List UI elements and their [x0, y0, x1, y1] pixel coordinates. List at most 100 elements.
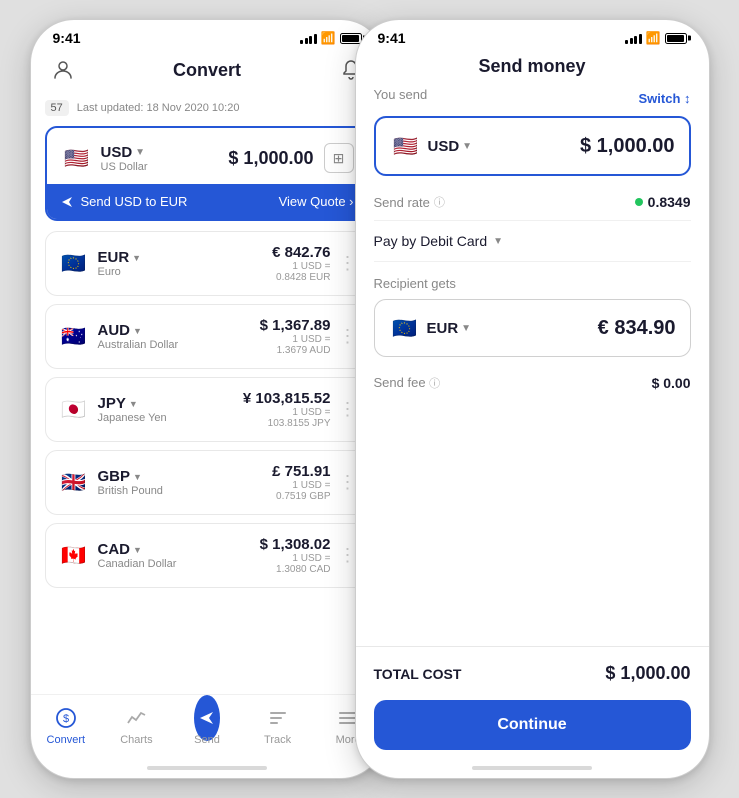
send-nav-icon	[194, 705, 220, 731]
more-options-icon-2[interactable]: ⋮	[339, 399, 357, 420]
flag-gbp: 🇬🇧	[58, 467, 90, 499]
track-nav-label: Track	[264, 734, 291, 746]
currency-row-right-0: € 842.76 1 USD =0.8428 EUR ⋮	[272, 244, 356, 283]
base-currency-info[interactable]: 🇺🇸 USD ▼ US Dollar	[61, 142, 148, 174]
convert-nav-label: Convert	[47, 734, 86, 746]
rate-row: Send rate ⓘ 0.8349	[374, 190, 691, 221]
pay-chevron-icon: ▼	[493, 236, 503, 247]
send-currency-code: USD ▼	[428, 138, 473, 155]
status-icons-right: 📶	[625, 31, 686, 45]
pay-method-label: Pay by Debit Card	[374, 233, 488, 249]
rate-info-icon: ⓘ	[434, 194, 445, 210]
rate-label: Send rate ⓘ	[374, 194, 445, 210]
row-amount-0: € 842.76	[272, 244, 330, 261]
currency-name-1: Australian Dollar	[98, 339, 179, 351]
currency-list: 🇪🇺 EUR ▼ Euro € 842.76 1 USD =0.8428 EUR…	[45, 231, 370, 588]
track-nav-icon	[265, 705, 291, 731]
base-flag: 🇺🇸	[61, 142, 93, 174]
recipient-flag: 🇪🇺	[389, 312, 421, 344]
currency-code-1: AUD ▼	[98, 322, 179, 339]
nav-item-track[interactable]: Track	[242, 705, 313, 746]
continue-button[interactable]: Continue	[374, 700, 691, 750]
left-phone: 9:41 📶 Convert	[30, 19, 385, 779]
row-rate-4: 1 USD =1.3080 CAD	[260, 553, 331, 575]
total-value: $ 1,000.00	[605, 663, 690, 684]
currency-name-2: Japanese Yen	[98, 412, 167, 424]
view-quote-btn[interactable]: View Quote ›	[279, 194, 354, 209]
you-send-label: You send	[374, 87, 428, 102]
more-options-icon-3[interactable]: ⋮	[339, 472, 357, 493]
nav-item-charts[interactable]: Charts	[101, 705, 172, 746]
you-send-box[interactable]: 🇺🇸 USD ▼ $ 1,000.00	[374, 116, 691, 176]
currency-row[interactable]: 🇯🇵 JPY ▼ Japanese Yen ¥ 103,815.52 1 USD…	[45, 377, 370, 442]
you-send-header: You send Switch ↕	[374, 87, 691, 110]
row-amount-3: £ 751.91	[272, 463, 330, 480]
home-indicator-left	[147, 766, 267, 770]
currency-row[interactable]: 🇦🇺 AUD ▼ Australian Dollar $ 1,367.89 1 …	[45, 304, 370, 369]
flag-eur: 🇪🇺	[58, 248, 90, 280]
send-flag: 🇺🇸	[390, 130, 422, 162]
calculator-icon[interactable]: ⊞	[324, 143, 354, 173]
time-left: 9:41	[53, 30, 81, 46]
total-label: TOTAL COST	[374, 666, 462, 682]
recipient-currency-selector[interactable]: 🇪🇺 EUR ▼	[389, 312, 472, 344]
base-currency-top: 🇺🇸 USD ▼ US Dollar $ 1,000.00 ⊞	[61, 142, 354, 174]
flag-cad: 🇨🇦	[58, 540, 90, 572]
more-options-icon-0[interactable]: ⋮	[339, 253, 357, 274]
charts-nav-icon	[123, 705, 149, 731]
wifi-icon: 📶	[321, 31, 336, 45]
row-rate-3: 1 USD =0.7519 GBP	[272, 480, 330, 502]
currency-code-3: GBP ▼	[98, 468, 163, 485]
convert-content: 57 Last updated: 18 Nov 2020 10:20 🇺🇸 US…	[31, 94, 384, 694]
app-container: 9:41 📶 Convert	[0, 0, 739, 798]
home-indicator-right	[472, 766, 592, 770]
send-bar[interactable]: Send USD to EUR View Quote ›	[47, 184, 368, 219]
currency-row-left: 🇬🇧 GBP ▼ British Pound	[58, 467, 163, 499]
flag-aud: 🇦🇺	[58, 321, 90, 353]
convert-nav-icon: $	[53, 705, 79, 731]
currency-row-left: 🇦🇺 AUD ▼ Australian Dollar	[58, 321, 179, 353]
time-right: 9:41	[378, 30, 406, 46]
flag-jpy: 🇯🇵	[58, 394, 90, 426]
currency-row-left: 🇪🇺 EUR ▼ Euro	[58, 248, 142, 280]
currency-code-4: CAD ▼	[98, 541, 177, 558]
currency-row-right-1: $ 1,367.89 1 USD =1.3679 AUD ⋮	[260, 317, 357, 356]
send-nav-label: Send	[194, 734, 220, 746]
send-currency-selector[interactable]: 🇺🇸 USD ▼	[390, 130, 473, 162]
base-amount: $ 1,000.00	[228, 148, 313, 169]
profile-icon[interactable]	[49, 56, 77, 84]
currency-row-right-4: $ 1,308.02 1 USD =1.3080 CAD ⋮	[260, 536, 357, 575]
row-amount-4: $ 1,308.02	[260, 536, 331, 553]
svg-text:$: $	[63, 713, 69, 725]
switch-btn[interactable]: Switch ↕	[638, 91, 690, 106]
row-amount-2: ¥ 103,815.52	[243, 390, 331, 407]
more-options-icon-1[interactable]: ⋮	[339, 326, 357, 347]
convert-title: Convert	[173, 60, 241, 81]
currency-row[interactable]: 🇪🇺 EUR ▼ Euro € 842.76 1 USD =0.8428 EUR…	[45, 231, 370, 296]
send-amount: $ 1,000.00	[580, 135, 675, 158]
currency-row-right-3: £ 751.91 1 USD =0.7519 GBP ⋮	[272, 463, 356, 502]
rate-dot	[635, 198, 643, 206]
fee-value: $ 0.00	[652, 375, 691, 391]
currency-row[interactable]: 🇨🇦 CAD ▼ Canadian Dollar $ 1,308.02 1 US…	[45, 523, 370, 588]
currency-row[interactable]: 🇬🇧 GBP ▼ British Pound £ 751.91 1 USD =0…	[45, 450, 370, 515]
recipient-box[interactable]: 🇪🇺 EUR ▼ € 834.90	[374, 299, 691, 357]
send-content: You send Switch ↕ 🇺🇸 USD ▼ $ 1,000.00	[356, 87, 709, 646]
row-amount-1: $ 1,367.89	[260, 317, 331, 334]
status-icons-left: 📶	[300, 31, 361, 45]
currency-code-0: EUR ▼	[98, 249, 142, 266]
currency-row-right-2: ¥ 103,815.52 1 USD =103.8155 JPY ⋮	[243, 390, 357, 429]
signal-icon	[300, 32, 317, 44]
nav-item-send[interactable]: Send	[172, 705, 243, 746]
nav-item-convert[interactable]: $ Convert	[31, 705, 102, 746]
pay-method-row[interactable]: Pay by Debit Card ▼	[374, 221, 691, 262]
last-updated-text: Last updated: 18 Nov 2020 10:20	[77, 102, 240, 114]
more-options-icon-4[interactable]: ⋮	[339, 545, 357, 566]
signal-icon-right	[625, 32, 642, 44]
update-badge: 57	[45, 100, 69, 116]
status-bar-left: 9:41 📶	[31, 20, 384, 50]
rate-value: 0.8349	[635, 194, 691, 210]
last-updated-bar: 57 Last updated: 18 Nov 2020 10:20	[45, 94, 370, 126]
battery-icon	[340, 33, 362, 44]
recipient-currency-code: EUR ▼	[427, 320, 472, 337]
